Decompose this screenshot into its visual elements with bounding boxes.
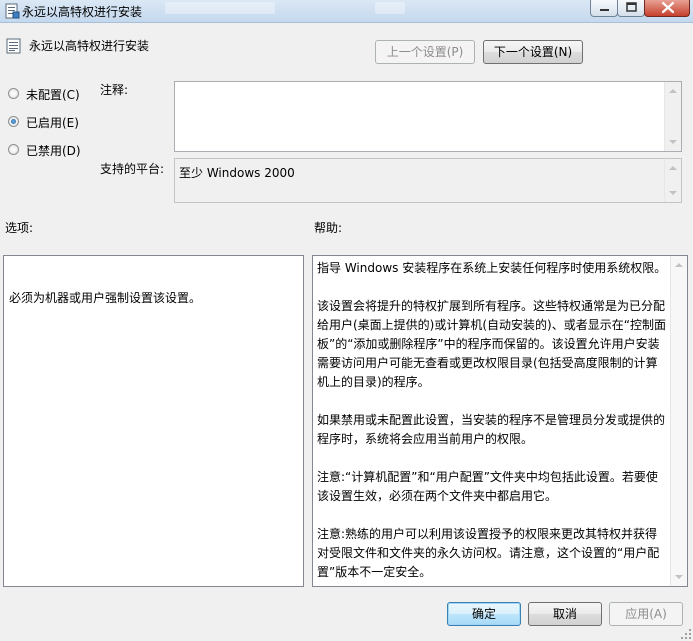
help-paragraph: 注意:“计算机配置”和“用户配置”文件夹中均包括此设置。若要使该设置生效，必须在… [317,470,658,503]
maximize-icon [626,2,637,12]
background-blur [165,2,275,14]
radio-label: 已禁用(D) [26,144,81,158]
options-label: 选项: [5,221,34,235]
policy-setting-window: 永远以高特权进行安装 永远以高特权进行安装 上一个设置(P) 下一个设置(N) … [0,0,693,641]
help-label: 帮助: [314,221,343,235]
previous-setting-button[interactable]: 上一个设置(P) [375,40,475,64]
title-bar[interactable]: 永远以高特权进行安装 [0,0,693,23]
resize-grip-icon[interactable] [680,628,692,640]
scroll-up-icon[interactable] [669,88,677,94]
platform-value: 至少 Windows 2000 [179,166,295,180]
radio-circle [8,88,19,99]
close-button[interactable] [644,0,690,17]
options-panel: 必须为机器或用户强制设置该设置。 [3,255,304,587]
scroll-up-icon[interactable] [669,165,677,171]
policy-icon [5,3,20,19]
scroll-down-icon[interactable] [669,190,677,196]
platform-scrollbar[interactable] [664,159,681,202]
options-text: 必须为机器或用户强制设置该设置。 [9,291,202,305]
help-scrollbar[interactable] [670,256,687,586]
comment-label: 注释: [100,83,129,97]
ok-button[interactable]: 确定 [447,602,521,626]
scroll-up-icon[interactable] [675,262,683,268]
help-paragraph: 注意:熟练的用户可以利用该设置授予的权限来更改其特权并获得对受限文件和文件夹的永… [317,527,660,579]
minimize-icon [600,9,609,11]
background-blur [375,2,405,14]
help-paragraph: 指导 Windows 安装程序在系统上安装任何程序时使用系统权限。 [317,261,667,275]
help-paragraph: 如果禁用或未配置此设置，当安装的程序不是管理员分发或提供的程序时，系统将会应用当… [317,413,666,446]
apply-button[interactable]: 应用(A) [609,602,683,626]
scroll-down-icon[interactable] [675,574,683,580]
next-setting-button[interactable]: 下一个设置(N) [483,40,583,64]
radio-label: 已启用(E) [26,116,79,130]
comment-scrollbar[interactable] [664,82,681,151]
radio-circle [8,116,19,127]
comment-textarea[interactable] [174,81,682,152]
scroll-down-icon[interactable] [669,139,677,145]
radio-selected-dot [11,119,16,124]
minimize-button[interactable] [590,0,618,17]
maximize-button[interactable] [617,0,645,17]
policy-setting-icon [6,38,21,54]
close-icon [661,1,675,14]
platform-field: 至少 Windows 2000 [174,158,682,203]
radio-label: 未配置(C) [26,88,80,102]
platform-label: 支持的平台: [100,162,165,176]
help-paragraph: 该设置会将提升的特权扩展到所有程序。这些特权通常是为已分配给用户(桌面上提供的)… [317,299,666,389]
help-text: 指导 Windows 安装程序在系统上安装任何程序时使用系统权限。 该设置会将提… [317,259,667,601]
help-panel: 指导 Windows 安装程序在系统上安装任何程序时使用系统权限。 该设置会将提… [312,255,688,587]
radio-circle [8,144,19,155]
cancel-button[interactable]: 取消 [528,602,602,626]
window-title: 永远以高特权进行安装 [22,5,143,19]
setting-title: 永远以高特权进行安装 [29,39,150,53]
